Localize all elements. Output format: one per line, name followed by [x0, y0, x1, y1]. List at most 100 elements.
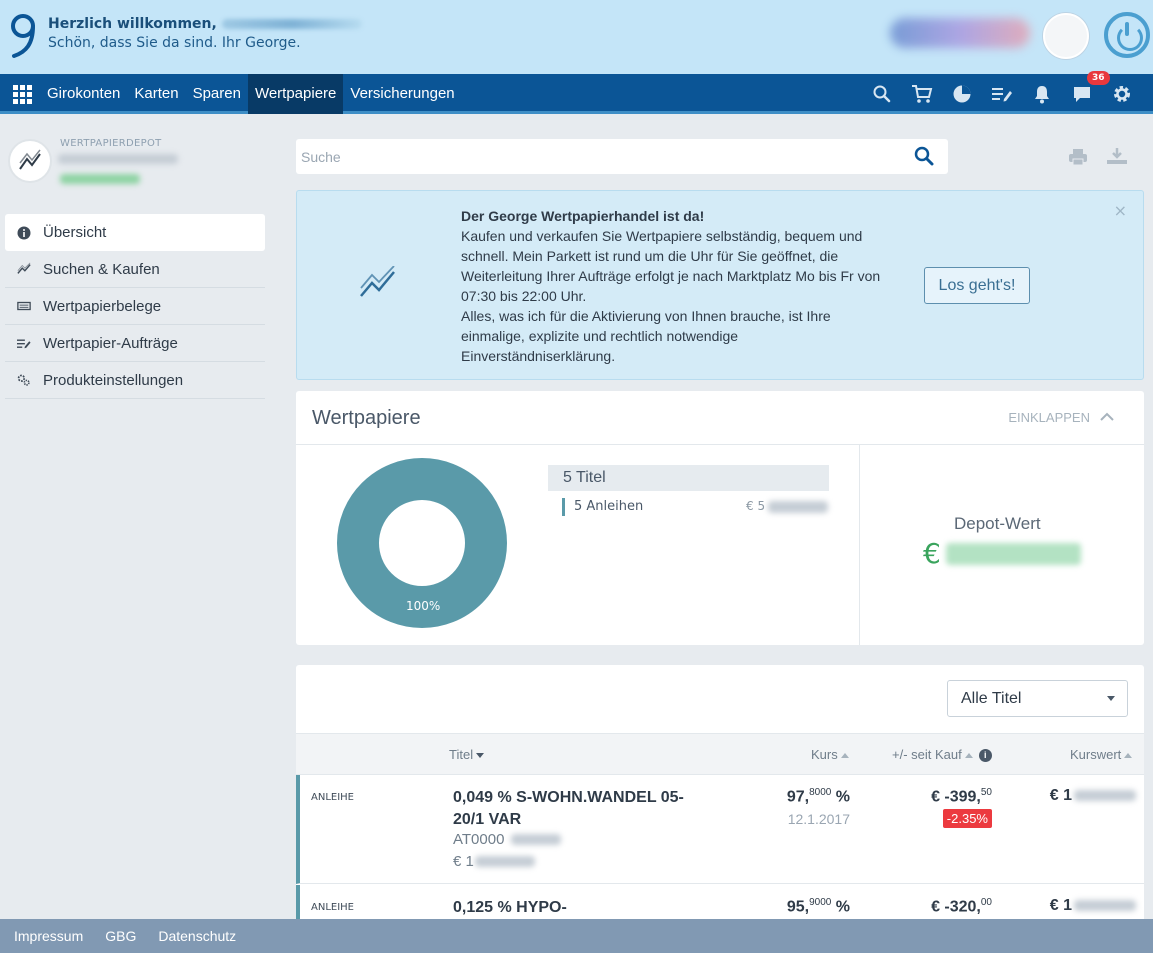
- security-name[interactable]: 0,049 % S-WOHN.WANDEL 05-20/1 VAR: [453, 787, 703, 831]
- cogs-icon: [17, 373, 31, 387]
- security-type: ANLEIHE: [311, 792, 354, 803]
- sort-asc-icon: [1124, 753, 1133, 759]
- footer-link-datenschutz[interactable]: Datenschutz: [158, 928, 236, 944]
- trend-icon: [359, 265, 397, 304]
- portfolio-title: Wertpapiere: [312, 407, 421, 429]
- table-row[interactable]: ANLEIHE 0,049 % S-WOHN.WANDEL 05-20/1 VA…: [296, 775, 1144, 884]
- security-name[interactable]: 0,125 % HYPO-: [453, 897, 703, 919]
- apps-grid-icon[interactable]: [13, 85, 32, 104]
- titles-category-anleihen[interactable]: 5 Anleihen: [562, 498, 643, 516]
- title-filter-select[interactable]: Alle Titel: [947, 680, 1128, 717]
- blurred-depot-value: [946, 543, 1081, 565]
- nav-item-girokonten[interactable]: Girokonten: [40, 74, 127, 114]
- george-logo[interactable]: [8, 12, 38, 60]
- search-icon[interactable]: [869, 81, 895, 107]
- chart-pie-icon[interactable]: [949, 81, 975, 107]
- sidebar-item-wertpapierbelege[interactable]: Wertpapierbelege: [5, 288, 265, 325]
- cart-icon[interactable]: [909, 81, 935, 107]
- collapse-label: EINKLAPPEN: [1008, 410, 1090, 425]
- main-navigation: Girokonten Karten Sparen Wertpapiere Ver…: [0, 71, 1153, 114]
- blurred-amount: [768, 501, 828, 513]
- welcome-title: Herzlich willkommen,: [48, 16, 217, 32]
- header-label: Kurswert: [1070, 747, 1122, 762]
- collapse-button[interactable]: EINKLAPPEN: [1008, 410, 1114, 425]
- avatar[interactable]: [1043, 13, 1089, 59]
- security-amount: € 1: [453, 853, 535, 870]
- close-icon[interactable]: ×: [1114, 201, 1127, 220]
- column-header-pl[interactable]: +/- seit Kauf i: [892, 747, 992, 763]
- sidebar-menu: Übersicht Suchen & Kaufen Wertpapierbele…: [5, 214, 265, 399]
- nav-item-versicherungen[interactable]: Versicherungen: [343, 74, 461, 114]
- logout-power-icon[interactable]: [1104, 12, 1150, 58]
- price-main: 97,: [786, 788, 810, 806]
- depot-value-currency: €: [923, 537, 941, 570]
- nav-item-sparen[interactable]: Sparen: [186, 74, 248, 114]
- blurred-isin: [511, 834, 561, 845]
- market-value: € 1: [1050, 897, 1136, 915]
- column-header-titel[interactable]: Titel: [449, 747, 485, 762]
- gear-icon[interactable]: [1109, 81, 1135, 107]
- column-header-kurswert[interactable]: Kurswert: [1070, 747, 1133, 762]
- donut-slice-anleihen[interactable]: [337, 458, 507, 628]
- blurred-market-value: [1074, 790, 1136, 802]
- vertical-divider: [859, 445, 860, 645]
- sidebar-item-label: Wertpapierbelege: [43, 297, 162, 315]
- sidebar-item-label: Wertpapier-Aufträge: [43, 334, 178, 352]
- portfolio-card: Wertpapiere EINKLAPPEN 100% 5 Titel 5 An…: [296, 391, 1144, 645]
- column-header-kurs[interactable]: Kurs: [811, 747, 849, 762]
- sort-asc-icon: [964, 753, 973, 759]
- footer-link-impressum[interactable]: Impressum: [14, 928, 83, 944]
- price-date: 12.1.2017: [787, 811, 850, 827]
- footer-link-gbg[interactable]: GBG: [105, 928, 136, 944]
- chat-icon[interactable]: 36: [1069, 71, 1110, 107]
- download-icon[interactable]: [1106, 147, 1128, 169]
- sidebar-item-uebersicht[interactable]: Übersicht: [5, 214, 265, 251]
- search-icon[interactable]: [914, 146, 934, 170]
- blurred-amount: [475, 856, 535, 867]
- depot-account-icon[interactable]: [8, 139, 52, 183]
- sidebar-item-label: Produkteinstellungen: [43, 371, 184, 389]
- sort-desc-icon: [476, 753, 485, 759]
- bell-icon[interactable]: [1029, 81, 1055, 107]
- nav-item-wertpapiere[interactable]: Wertpapiere: [247, 74, 344, 114]
- chevron-up-icon: [1100, 410, 1114, 425]
- print-icon[interactable]: [1068, 148, 1088, 170]
- nav-item-karten[interactable]: Karten: [127, 74, 185, 114]
- blurred-account-balance: [60, 174, 140, 184]
- price-main: 95,: [786, 898, 810, 916]
- search-input[interactable]: [296, 139, 896, 174]
- titles-amount-prefix: € 5: [746, 499, 766, 513]
- sidebar-item-label: Suchen & Kaufen: [43, 260, 160, 278]
- banner-cta-button[interactable]: Los geht's!: [924, 267, 1030, 304]
- account-label: WERTPAPIERDEPOT: [60, 138, 162, 149]
- header-label: +/- seit Kauf: [892, 747, 962, 762]
- banner-title: Der George Wertpapierhandel ist da!: [461, 208, 705, 224]
- sidebar-item-produkteinstellungen[interactable]: Produkteinstellungen: [5, 362, 265, 399]
- header-label: Kurs: [811, 747, 838, 762]
- notification-badge: 36: [1087, 71, 1110, 85]
- pl-decimals: 00: [980, 897, 992, 908]
- banner-body: Kaufen und verkaufen Sie Wertpapiere sel…: [461, 228, 881, 304]
- banner-body-2: Alles, was ich für die Aktivierung von I…: [461, 308, 831, 364]
- market-value: € 1: [1050, 787, 1136, 805]
- info-banner: × Der George Wertpapierhandel ist da! Ka…: [296, 190, 1144, 380]
- blurred-market-value: [1074, 900, 1136, 912]
- security-price: 95,9000 %: [787, 897, 850, 916]
- trend-icon: [17, 262, 31, 276]
- info-icon[interactable]: i: [978, 749, 992, 763]
- sidebar-item-wertpapier-auftraege[interactable]: Wertpapier-Aufträge: [5, 325, 265, 362]
- security-type: ANLEIHE: [311, 902, 354, 913]
- table-header: Titel Kurs +/- seit Kauf i Kurswert: [296, 733, 1144, 775]
- top-header: Herzlich willkommen, Schön, dass Sie da …: [0, 0, 1153, 74]
- sidebar-item-suchen-kaufen[interactable]: Suchen & Kaufen: [5, 251, 265, 288]
- search-bar: [296, 139, 948, 174]
- price-unit: %: [831, 788, 850, 806]
- list-edit-icon[interactable]: [989, 81, 1015, 107]
- header-label: Titel: [449, 747, 474, 762]
- titles-count-header: 5 Titel: [548, 465, 829, 491]
- profit-loss-percent-badge: -2.35%: [942, 809, 992, 828]
- welcome-subtitle: Schön, dass Sie da sind. Ihr George.: [48, 35, 301, 51]
- banner-text: Der George Wertpapierhandel ist da! Kauf…: [461, 206, 891, 366]
- price-decimals: 8000: [809, 787, 832, 798]
- blurred-account-number: [58, 154, 178, 164]
